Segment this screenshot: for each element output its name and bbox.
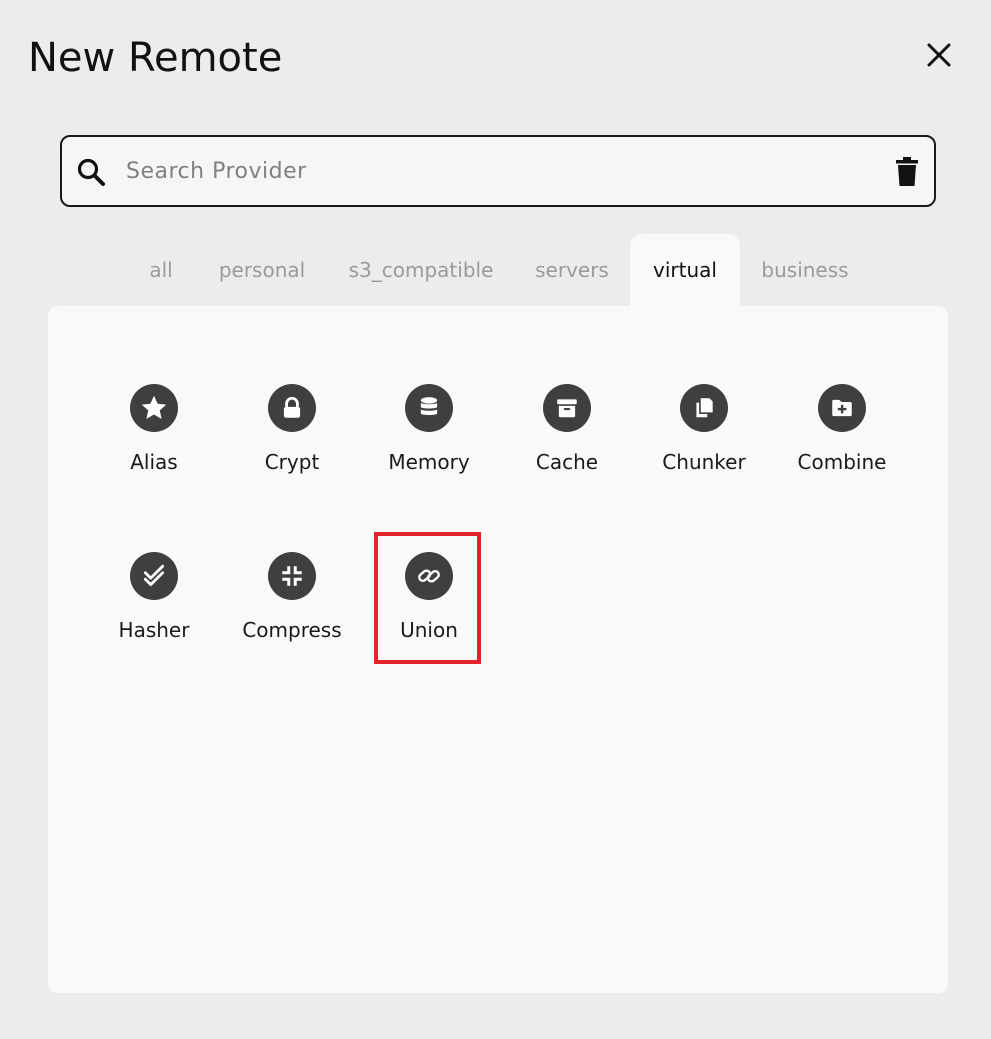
star-icon xyxy=(141,395,167,419)
folder-plus-icon xyxy=(832,399,852,417)
provider-combine[interactable]: Combine xyxy=(776,384,908,504)
tab-all[interactable]: all xyxy=(136,234,186,306)
provider-cache[interactable]: Cache xyxy=(501,384,633,504)
search-provider-input[interactable] xyxy=(126,149,866,193)
provider-alias[interactable]: Alias xyxy=(88,384,220,504)
dialog-title: New Remote xyxy=(28,35,283,81)
provider-icon-circle xyxy=(543,384,591,432)
provider-icon-circle xyxy=(818,384,866,432)
provider-label: Hasher xyxy=(118,618,190,642)
provider-category-tabs: all personal s3_compatible servers virtu… xyxy=(0,234,991,306)
tab-business[interactable]: business xyxy=(750,234,860,306)
compress-icon xyxy=(282,566,302,586)
tab-virtual[interactable]: virtual xyxy=(630,234,740,306)
provider-icon-circle xyxy=(130,384,178,432)
close-icon xyxy=(927,43,951,67)
provider-label: Memory xyxy=(388,450,470,474)
provider-crypt[interactable]: Crypt xyxy=(226,384,358,504)
provider-label: Chunker xyxy=(662,450,746,474)
copy-icon xyxy=(696,398,713,418)
provider-chunker[interactable]: Chunker xyxy=(638,384,770,504)
provider-icon-circle xyxy=(268,552,316,600)
provider-hasher[interactable]: Hasher xyxy=(88,552,220,672)
provider-union[interactable]: Union xyxy=(363,552,495,672)
search-box xyxy=(60,135,936,207)
provider-icon-circle xyxy=(680,384,728,432)
provider-label: Alias xyxy=(130,450,178,474)
tab-servers[interactable]: servers xyxy=(524,234,620,306)
provider-icon-circle xyxy=(268,384,316,432)
provider-grid-panel: Alias Crypt Memory Cache Chunker Combine… xyxy=(48,306,948,993)
provider-icon-circle xyxy=(405,552,453,600)
link-icon xyxy=(418,569,440,583)
provider-label: Cache xyxy=(535,450,599,474)
lock-icon xyxy=(283,396,301,418)
clear-search-button[interactable] xyxy=(892,156,922,188)
provider-icon-circle xyxy=(405,384,453,432)
provider-label: Combine xyxy=(797,450,887,474)
provider-label: Compress xyxy=(242,618,342,642)
search-icon xyxy=(77,158,105,186)
provider-memory[interactable]: Memory xyxy=(363,384,495,504)
check-double-icon xyxy=(143,564,165,587)
tab-s3-compatible[interactable]: s3_compatible xyxy=(338,234,504,306)
provider-label: Union xyxy=(400,618,458,642)
provider-icon-circle xyxy=(130,552,178,600)
tab-personal[interactable]: personal xyxy=(208,234,316,306)
provider-label: Crypt xyxy=(264,450,320,474)
provider-compress[interactable]: Compress xyxy=(226,552,358,672)
archive-icon xyxy=(557,399,577,418)
close-button[interactable] xyxy=(918,34,960,76)
trash-icon xyxy=(896,157,918,186)
database-icon xyxy=(420,397,438,416)
